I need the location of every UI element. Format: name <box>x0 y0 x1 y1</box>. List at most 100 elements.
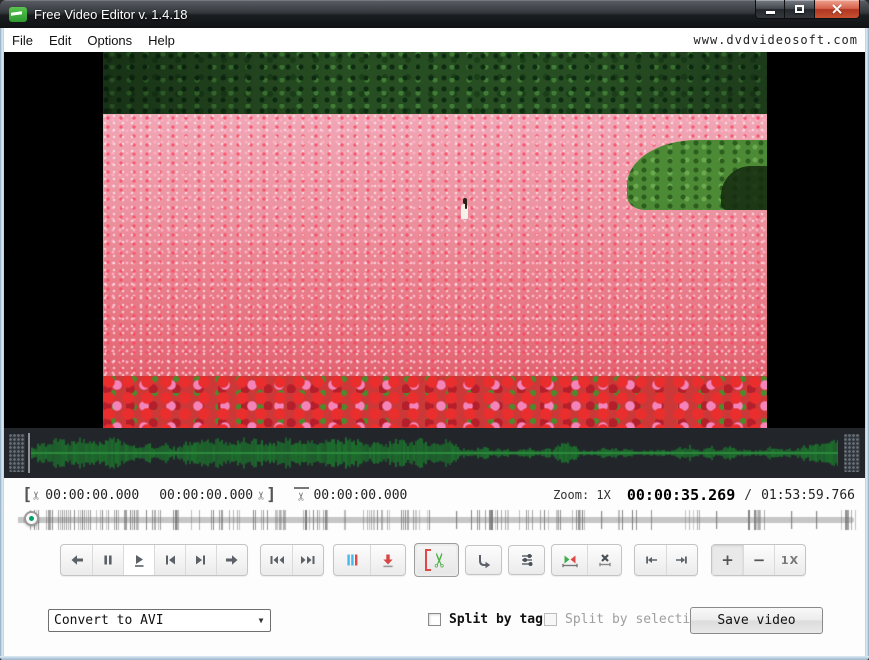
minimize-button[interactable] <box>755 0 785 19</box>
go-to-start-button[interactable] <box>635 545 666 575</box>
title-bar[interactable]: Free Video Editor v. 1.4.18 <box>0 0 869 28</box>
window-border-left <box>0 28 4 660</box>
add-tag-button[interactable] <box>334 545 370 575</box>
close-icon <box>831 3 843 15</box>
window-controls <box>755 0 860 19</box>
split-by-tags-checkbox[interactable]: Split by tags <box>428 612 551 627</box>
timeline-track[interactable] <box>16 506 857 534</box>
previous-frame-icon <box>162 552 178 568</box>
chevron-down-icon: ▼ <box>252 616 270 625</box>
video-trees <box>103 52 767 118</box>
zoom-reset-label: 1X <box>781 554 799 567</box>
playhead-dot <box>29 516 34 521</box>
menu-options[interactable]: Options <box>79 30 140 51</box>
menu-help[interactable]: Help <box>140 30 183 51</box>
previous-tag-button[interactable] <box>261 545 292 575</box>
import-tags-button[interactable] <box>370 545 405 575</box>
timeline-playhead[interactable] <box>24 511 39 526</box>
previous-frame-button[interactable] <box>154 545 185 575</box>
window-border-right <box>865 28 869 660</box>
checkbox-box <box>544 613 557 626</box>
video-preview <box>103 52 767 428</box>
zoom-group: + − 1X <box>711 544 806 576</box>
zoom-reset-button[interactable]: 1X <box>774 545 805 575</box>
jump-forward-button[interactable] <box>216 545 247 575</box>
zoom-in-button[interactable]: + <box>712 545 743 575</box>
waveform-right-grip[interactable] <box>844 434 860 472</box>
output-format-dropdown[interactable]: Convert to AVI ▼ <box>48 609 271 632</box>
maximize-icon <box>795 5 804 13</box>
time-readout-row: [ ✂ 00:00:00.000 00:00:00.000 ✂ ] ✂ 00:0… <box>22 485 855 505</box>
split-by-selections-checkbox: Split by selections <box>544 612 714 627</box>
video-person <box>461 204 468 219</box>
bar-arrow-right-icon <box>674 552 690 568</box>
waveform-left-grip[interactable] <box>9 434 25 472</box>
checkbox-box <box>428 613 441 626</box>
tag-navigation-group <box>260 544 324 576</box>
total-time: 01:53:59.766 <box>761 488 855 503</box>
control-panel: [ ✂ 00:00:00.000 00:00:00.000 ✂ ] ✂ 00:0… <box>4 478 865 656</box>
zoom-out-button[interactable]: − <box>743 545 774 575</box>
audio-waveform-strip <box>4 428 865 478</box>
pause-icon <box>100 552 116 568</box>
save-video-button[interactable]: Save video <box>690 607 823 634</box>
play-button[interactable] <box>123 545 154 575</box>
toolbar: ✂ <box>4 538 865 582</box>
cut-selection-button[interactable]: ✂ <box>414 543 459 577</box>
selection-times: [ ✂ 00:00:00.000 00:00:00.000 ✂ ] ✂ 00:0… <box>22 485 411 505</box>
transport-group <box>60 544 248 576</box>
minimize-icon <box>766 11 775 14</box>
tags-group <box>333 544 406 576</box>
video-foreground-flowers <box>103 376 767 428</box>
clear-selection-icon <box>597 552 613 568</box>
scissors-icon: ✂ <box>254 490 269 499</box>
next-tag-button[interactable] <box>292 545 323 575</box>
maximize-button[interactable] <box>785 0 814 19</box>
curved-arrow-icon <box>475 552 492 569</box>
tags-icon <box>344 552 360 568</box>
selection-end-time: 00:00:00.000 <box>159 488 253 503</box>
selection-start-time: 00:00:00.000 <box>45 488 139 503</box>
next-tag-icon <box>299 552 317 568</box>
zoom-in-label: + <box>721 551 734 569</box>
pause-button[interactable] <box>92 545 123 575</box>
green-scissors-icon: ✂ <box>430 552 450 569</box>
waveform-playhead-line <box>28 433 30 473</box>
next-frame-button[interactable] <box>185 545 216 575</box>
website-label: www.dvdvideosoft.com <box>694 33 866 47</box>
zoom-level-label: Zoom: 1X <box>553 488 611 502</box>
cut-total-icon: ✂ <box>294 487 309 504</box>
close-button[interactable] <box>814 0 860 19</box>
current-time: 00:00:35.269 <box>627 486 735 504</box>
rotate-button[interactable] <box>465 545 502 575</box>
playback-times: Zoom: 1X 00:00:35.269 / 01:53:59.766 <box>553 486 855 504</box>
go-to-end-button[interactable] <box>666 545 697 575</box>
menu-edit[interactable]: Edit <box>41 30 79 51</box>
output-format-value: Convert to AVI <box>49 613 252 628</box>
settings-sliders-button[interactable] <box>508 545 545 575</box>
set-selection-button[interactable] <box>552 545 587 575</box>
zoom-out-label: − <box>753 551 766 569</box>
split-by-tags-label: Split by tags <box>449 612 551 627</box>
waveform-display[interactable] <box>31 428 838 478</box>
app-icon <box>9 7 27 22</box>
cut-duration: 00:00:00.000 <box>313 488 407 503</box>
play-icon <box>131 552 147 568</box>
jump-back-button[interactable] <box>61 545 92 575</box>
scissors-icon: ✂ <box>294 491 309 500</box>
selection-jump-group <box>634 544 698 576</box>
window-title: Free Video Editor v. 1.4.18 <box>34 7 187 22</box>
timeline <box>16 506 857 534</box>
arrow-right-icon <box>224 552 240 568</box>
sliders-icon <box>519 552 535 568</box>
red-download-icon <box>380 552 396 568</box>
window-border-bottom <box>0 656 869 660</box>
bar-arrow-left-icon <box>643 552 659 568</box>
clear-selection-button[interactable] <box>587 545 621 575</box>
selection-markers-icon <box>561 552 579 568</box>
menu-file[interactable]: File <box>4 30 41 51</box>
next-frame-icon <box>193 552 209 568</box>
scissors-icon: ✂ <box>29 490 44 499</box>
output-row: Convert to AVI ▼ Split by tags Split by … <box>4 602 865 648</box>
time-divider: / <box>744 488 752 503</box>
